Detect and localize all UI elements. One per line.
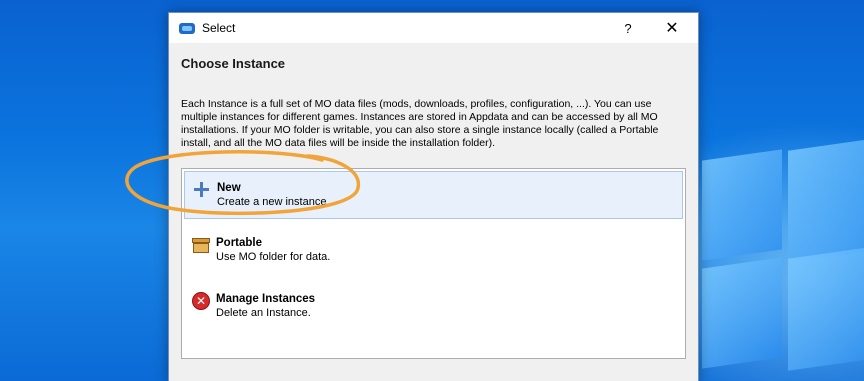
help-button[interactable]: ? bbox=[606, 13, 650, 43]
title-bar[interactable]: Select ? ✕ bbox=[169, 13, 698, 43]
option-portable[interactable]: Portable Use MO folder for data. bbox=[184, 227, 681, 273]
delete-icon: ✕ bbox=[192, 292, 210, 310]
app-icon bbox=[179, 22, 195, 34]
instance-options-list: New Create a new instance. Portable Use … bbox=[181, 168, 686, 359]
option-subtitle: Delete an Instance. bbox=[216, 307, 311, 319]
select-instance-dialog: Select ? ✕ Choose Instance Each Instance… bbox=[168, 12, 699, 381]
option-title: Portable bbox=[216, 237, 263, 249]
option-new[interactable]: New Create a new instance. bbox=[184, 171, 683, 219]
desktop-background: Select ? ✕ Choose Instance Each Instance… bbox=[0, 0, 864, 381]
header-area: Choose Instance bbox=[169, 43, 698, 98]
option-title: Manage Instances bbox=[216, 293, 316, 305]
windows-logo bbox=[690, 135, 864, 381]
box-icon bbox=[192, 236, 210, 254]
option-subtitle: Use MO folder for data. bbox=[216, 251, 331, 263]
option-subtitle: Create a new instance. bbox=[217, 196, 330, 208]
page-title: Choose Instance bbox=[181, 56, 286, 71]
option-manage-instances[interactable]: ✕ Manage Instances Delete an Instance. bbox=[184, 283, 681, 329]
window-title: Select bbox=[202, 21, 236, 35]
plus-icon bbox=[193, 181, 211, 199]
description-text: Each Instance is a full set of MO data f… bbox=[181, 98, 659, 149]
option-title: New bbox=[217, 182, 241, 194]
close-button[interactable]: ✕ bbox=[650, 13, 694, 43]
